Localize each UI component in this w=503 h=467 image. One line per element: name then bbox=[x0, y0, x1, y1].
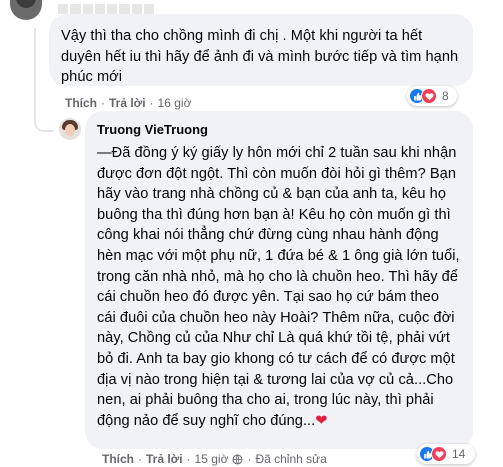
love-reaction-icon bbox=[431, 446, 447, 462]
heart-emoji: ❤ bbox=[315, 412, 328, 429]
comment-body: —Đã đồng ý ký giấy ly hôn mới chỉ 2 tuần… bbox=[97, 145, 460, 429]
comment-text: —Đã đồng ý ký giấy ly hôn mới chỉ 2 tuần… bbox=[97, 143, 461, 431]
reaction-summary[interactable]: 8 bbox=[407, 86, 457, 106]
reaction-summary[interactable]: 14 bbox=[417, 444, 475, 464]
thread-connector-vertical bbox=[34, 28, 36, 114]
edited-label[interactable]: Đã chỉnh sửa bbox=[255, 452, 326, 466]
comment-actions: Thích · Trả lời · 16 giờ bbox=[65, 96, 192, 110]
like-button[interactable]: Thích bbox=[102, 452, 134, 466]
comment-bubble: Vậy thì tha cho chồng mình đi chị . Một … bbox=[49, 14, 473, 86]
avatar[interactable] bbox=[10, 0, 42, 20]
love-reaction-icon bbox=[421, 88, 437, 104]
avatar[interactable] bbox=[59, 118, 81, 140]
like-button[interactable]: Thích bbox=[65, 96, 97, 110]
comment-bubble: Truong VieTruong —Đã đồng ý ký giấy ly h… bbox=[85, 111, 473, 449]
globe-icon bbox=[232, 454, 243, 464]
timestamp[interactable]: 16 giờ bbox=[158, 96, 192, 110]
reaction-count: 14 bbox=[452, 447, 466, 461]
reply-button[interactable]: Trả lời bbox=[146, 452, 183, 466]
comment-text: Vậy thì tha cho chồng mình đi chị . Một … bbox=[61, 28, 459, 86]
reply-button[interactable]: Trả lời bbox=[109, 96, 146, 110]
reaction-count: 8 bbox=[442, 89, 449, 103]
timestamp[interactable]: 15 giờ bbox=[195, 452, 229, 466]
comment-author[interactable]: Truong VieTruong bbox=[97, 122, 461, 138]
comment-actions: Thích · Trả lời · 15 giờ · Đã chỉnh sửa bbox=[102, 452, 327, 466]
thread-connector-elbow bbox=[34, 112, 54, 132]
redacted-author-name bbox=[58, 4, 154, 14]
